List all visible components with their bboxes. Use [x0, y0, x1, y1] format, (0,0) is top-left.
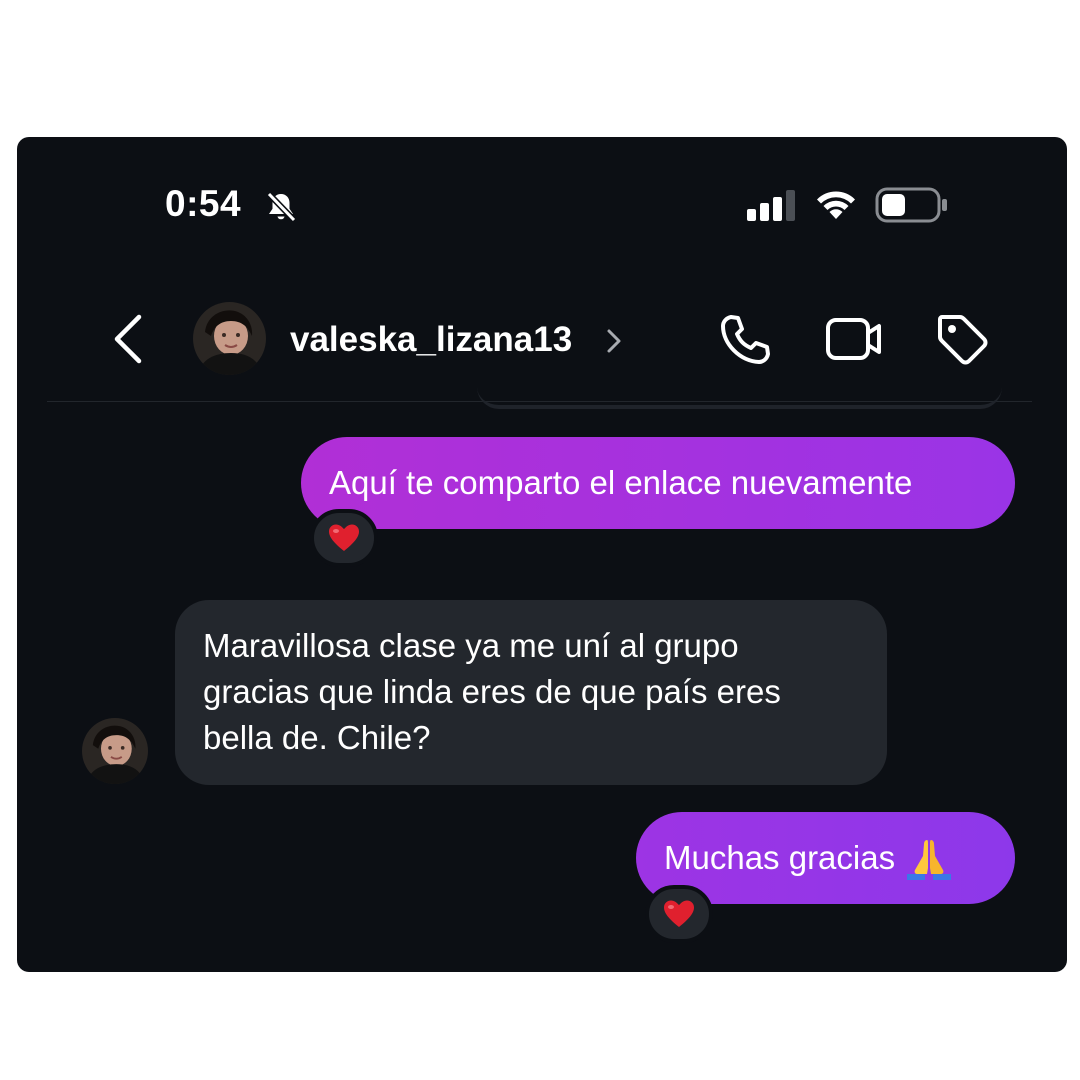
signal-icon [747, 190, 795, 221]
message-line: gracias que linda eres de que país eres [203, 673, 781, 710]
video-camera-icon[interactable] [825, 315, 885, 363]
outgoing-message[interactable]: Aquí te comparto el enlace nuevamente [301, 437, 1015, 529]
wifi-icon [817, 191, 855, 219]
chat-screen: 0:54 valeska_lizana13 Aquí te comparto e… [17, 137, 1067, 972]
profile-photo [193, 302, 266, 375]
reaction-badge[interactable] [645, 885, 713, 943]
battery-icon [875, 187, 947, 223]
folded-hands-icon [907, 840, 952, 880]
contact-username[interactable]: valeska_lizana13 [290, 320, 572, 360]
incoming-message[interactable]: Maravillosa clase ya me uní al grupo gra… [175, 600, 887, 785]
phone-icon[interactable] [717, 313, 771, 367]
status-time: 0:54 [165, 183, 242, 224]
heart-icon [329, 524, 359, 551]
message-text: Muchas gracias [664, 839, 896, 876]
heart-icon [664, 900, 694, 927]
tag-icon[interactable] [935, 312, 989, 366]
previous-message-edge [477, 387, 1002, 409]
reaction-badge[interactable] [310, 509, 378, 567]
profile-photo [82, 718, 148, 784]
bell-slash-icon [266, 191, 297, 223]
message-line: bella de. Chile? [203, 719, 431, 756]
back-chevron-icon[interactable] [109, 313, 149, 365]
sender-avatar[interactable] [82, 718, 148, 784]
chevron-right-icon[interactable] [605, 327, 623, 355]
avatar[interactable] [193, 302, 266, 375]
message-line: Maravillosa clase ya me uní al grupo [203, 627, 739, 664]
message-text: Aquí te comparto el enlace nuevamente [329, 464, 913, 501]
